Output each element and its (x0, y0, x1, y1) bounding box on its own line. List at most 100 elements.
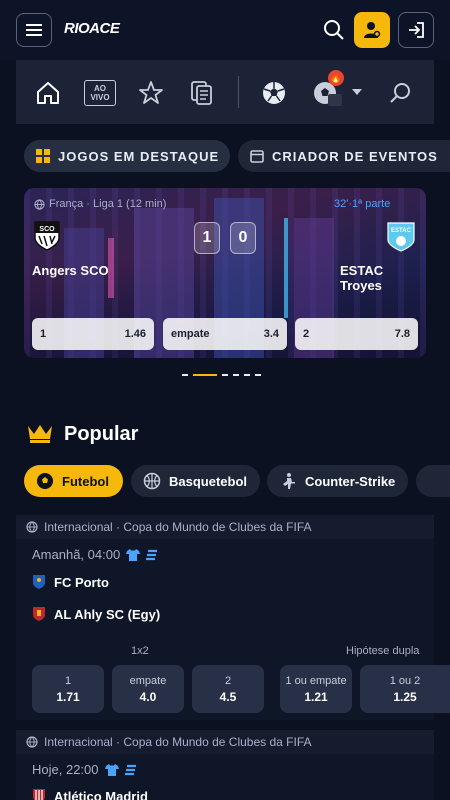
odd-button[interactable]: 1 ou empate 1.21 (280, 665, 352, 713)
al-ahly-crest-icon (33, 607, 45, 621)
chevron-down-icon[interactable] (352, 89, 362, 95)
market-double-chance-label: Hipótese dupla (346, 645, 420, 657)
featured-match-time: 32'·1ª parte (334, 198, 391, 210)
odd-home-value: 1.46 (124, 328, 146, 340)
league-header: Internacional · Copa do Mundo de Clubes … (16, 730, 434, 754)
featured-games-tab[interactable]: JOGOS EM DESTAQUE (24, 140, 230, 172)
shirt-icon (104, 763, 119, 776)
odd-draw-label: empate (171, 328, 210, 340)
odd-label: empate (129, 674, 167, 687)
home-team-row: Atlético Madrid (32, 788, 148, 800)
away-score: 0 (230, 222, 256, 254)
shirt-icon (126, 548, 141, 561)
live-label-line1: AO (94, 84, 106, 93)
odd-value: 4.0 (139, 689, 157, 704)
odd-value: 1.25 (393, 689, 417, 704)
top-header: RIOACE (0, 0, 450, 60)
league-header: Internacional · Copa do Mundo de Clubes … (16, 515, 434, 539)
angers-crest-icon: SCO (34, 221, 60, 251)
league-name: Internacional · Copa do Mundo de Clubes … (44, 735, 312, 749)
search-icon (390, 83, 410, 103)
sport-tab-more[interactable] (416, 465, 450, 497)
odd-draw-value: 3.4 (263, 328, 279, 340)
sport-tab-football-label: Futebol (62, 473, 109, 489)
star-icon (139, 81, 163, 104)
calendar-icon (250, 150, 264, 163)
featured-league-text: França · Liga 1 (12 min) (49, 198, 167, 210)
carousel-dot[interactable] (255, 374, 261, 376)
football-icon (37, 473, 53, 489)
odd-value: 1.21 (304, 689, 328, 704)
away-crest-text: ESTAC (391, 228, 412, 234)
odd-label: 2 (224, 674, 232, 687)
nav-home[interactable] (33, 78, 63, 108)
away-team-name: AL Ahly SC (Egy) (54, 606, 161, 622)
odd-draw-button[interactable]: empate 3.4 (163, 318, 287, 350)
betslip-icon (191, 81, 212, 105)
fire-icon: 🔥 (328, 70, 344, 86)
featured-games-label: JOGOS EM DESTAQUE (58, 148, 220, 164)
home-team-name: Atlético Madrid (54, 788, 148, 800)
sport-tab-basketball[interactable]: Basquetebol (131, 465, 260, 497)
carousel-dot[interactable] (222, 374, 228, 376)
odd-value: 1.71 (56, 689, 80, 704)
odd-label: 1 (64, 674, 72, 687)
sport-tab-basketball-label: Basquetebol (169, 473, 248, 489)
carousel-dot[interactable] (182, 374, 188, 376)
grid-icon (36, 149, 50, 163)
menu-icon (26, 24, 42, 36)
login-button[interactable] (398, 12, 434, 48)
account-button[interactable] (354, 12, 390, 48)
match-time-text: Amanhã, 04:00 (32, 547, 121, 562)
odd-away-value: 7.8 (394, 328, 410, 340)
nav-divider (238, 76, 239, 108)
match-time: Amanhã, 04:00 (32, 547, 158, 562)
featured-match-card[interactable]: França · Liga 1 (12 min) 32'·1ª parte SC… (24, 188, 426, 358)
home-score: 1 (194, 222, 220, 254)
nav-search[interactable] (386, 78, 416, 108)
away-team-row: AL Ahly SC (Egy) (32, 606, 160, 622)
home-icon (37, 82, 59, 104)
atletico-crest-icon (33, 789, 45, 800)
site-logo[interactable]: RIOACE (64, 20, 120, 37)
event-creator-tab[interactable]: CRIADOR DE EVENTOS (238, 140, 450, 172)
nav-live[interactable]: AO VIVO (84, 80, 116, 106)
odd-button[interactable]: 2 4.5 (192, 665, 264, 713)
home-team-row: FC Porto (32, 574, 109, 590)
odd-label: 1 ou empate (285, 674, 347, 687)
odd-button[interactable]: empate 4.0 (112, 665, 184, 713)
event-creator-label: CRIADOR DE EVENTOS (272, 148, 438, 164)
home-team-name: FC Porto (54, 574, 109, 590)
sport-tab-counter-strike[interactable]: Counter-Strike (267, 465, 408, 497)
market-1x2-label: 1x2 (131, 645, 149, 657)
nav-betslip[interactable] (187, 78, 217, 108)
odd-home-button[interactable]: 1 1.46 (32, 318, 154, 350)
odd-value: 4.5 (219, 689, 237, 704)
stats-icon (124, 764, 136, 775)
carousel-indicator[interactable] (182, 374, 261, 376)
odd-home-label: 1 (40, 328, 47, 340)
popular-title: Popular (64, 423, 139, 445)
match-time: Hoje, 22:00 (32, 762, 137, 777)
carousel-dot[interactable] (233, 374, 239, 376)
carousel-dot-active[interactable] (193, 374, 217, 376)
odd-button[interactable]: 1 1.71 (32, 665, 104, 713)
away-team-name: ESTAC Troyes (340, 263, 384, 293)
odd-away-button[interactable]: 2 7.8 (295, 318, 418, 350)
carousel-dot[interactable] (244, 374, 250, 376)
sport-tab-football[interactable]: Futebol (24, 465, 123, 497)
match-time-text: Hoje, 22:00 (32, 762, 99, 777)
odd-label: 1 ou 2 (389, 674, 421, 687)
search-icon[interactable] (322, 18, 346, 42)
stats-icon (146, 549, 158, 560)
nav-favourites[interactable] (136, 78, 166, 108)
odd-button[interactable]: 1 ou 2 1.25 (360, 665, 450, 713)
troyes-crest-icon: ESTAC (387, 222, 415, 252)
login-icon (409, 22, 424, 38)
user-icon (364, 22, 381, 38)
globe-icon (26, 521, 38, 533)
menu-button[interactable] (16, 13, 52, 47)
live-tv-icon (328, 94, 342, 106)
nav-football[interactable] (259, 78, 289, 108)
counter-strike-icon (283, 473, 295, 489)
